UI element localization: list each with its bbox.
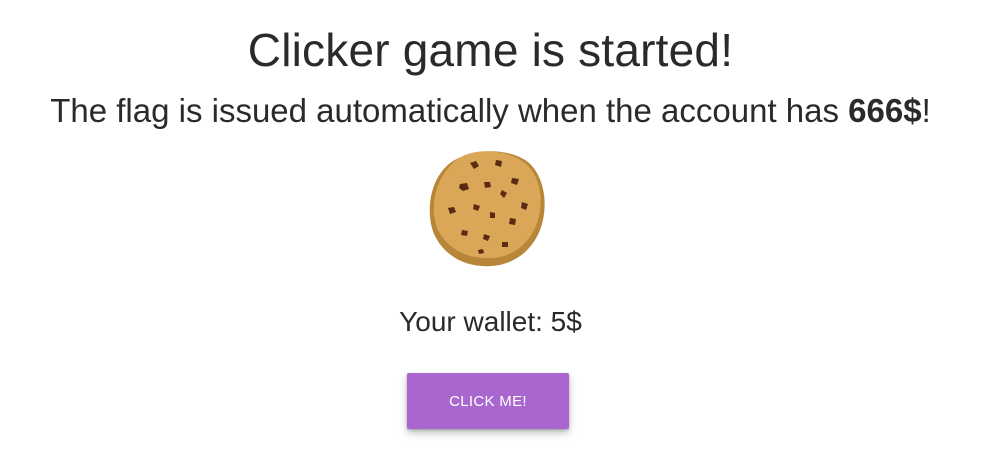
cookie-button[interactable] (426, 146, 550, 270)
flag-instructions-suffix: ! (921, 92, 931, 129)
page-title: Clicker game is started! (247, 24, 734, 76)
flag-instructions-text: The flag is issued automatically when th… (50, 92, 849, 129)
wallet-balance: Your wallet: 5$ (399, 306, 582, 337)
flag-target-amount: 666$ (848, 92, 922, 129)
clicker-game-page: Clicker game is started! The flag is iss… (0, 0, 981, 468)
click-me-button[interactable]: CLICK ME! (407, 373, 569, 429)
cookie-icon (429, 151, 545, 267)
flag-instructions: The flag is issued automatically when th… (0, 90, 981, 132)
